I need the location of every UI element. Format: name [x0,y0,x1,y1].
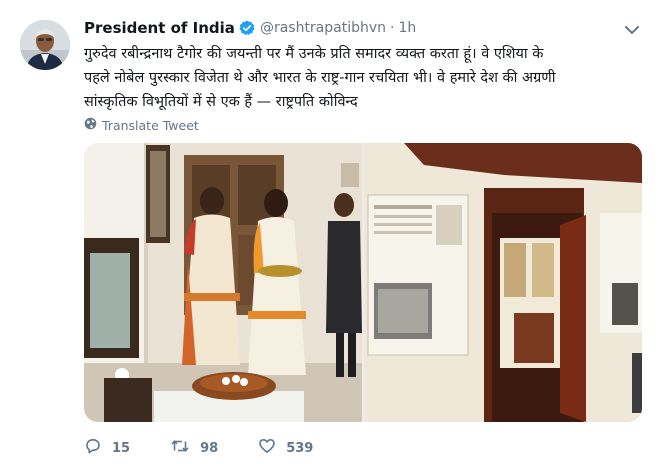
avatar[interactable] [20,20,70,70]
verified-badge-icon [239,20,255,36]
photo-portrait-ceremony[interactable] [84,143,362,422]
retweet-icon [170,437,190,459]
tweet-header: President of India @rashtrapatibhvn · 1h [84,16,416,40]
tweet-text-line: पहले नोबेल पुरस्कार विजेता थे और भारत के… [84,70,556,86]
tweet-card[interactable]: President of India @rashtrapatibhvn · 1h… [0,0,659,464]
tweet-actions: 15 98 539 [84,436,353,460]
retweet-button[interactable]: 98 [170,437,218,459]
tweet-media[interactable] [84,143,642,422]
author-handle[interactable]: @rashtrapatibhvn [260,20,386,36]
like-button[interactable]: 539 [258,437,313,459]
tweet-text-line: गुरुदेव रबीन्द्रनाथ टैगोर की जयन्ती पर म… [84,46,544,62]
chevron-down-icon[interactable] [623,22,641,36]
reply-icon [84,437,102,459]
retweet-count: 98 [200,440,219,456]
tweet-text-line: सांस्कृतिक विभूतियों में से एक हैं — राष… [84,94,358,110]
reply-count: 15 [112,440,131,456]
translate-tweet-link[interactable]: Translate Tweet [84,117,199,133]
photo-museum-gallery[interactable] [364,143,642,422]
heart-icon [258,437,276,459]
reply-button[interactable]: 15 [84,437,130,459]
separator-dot: · [390,20,395,36]
like-count: 539 [286,440,314,456]
translate-label: Translate Tweet [102,117,199,133]
tweet-timestamp[interactable]: 1h [398,20,416,36]
tweet-text: गुरुदेव रबीन्द्रनाथ टैगोर की जयन्ती पर म… [84,42,644,114]
author-name[interactable]: President of India [84,19,235,37]
globe-icon [84,117,102,133]
